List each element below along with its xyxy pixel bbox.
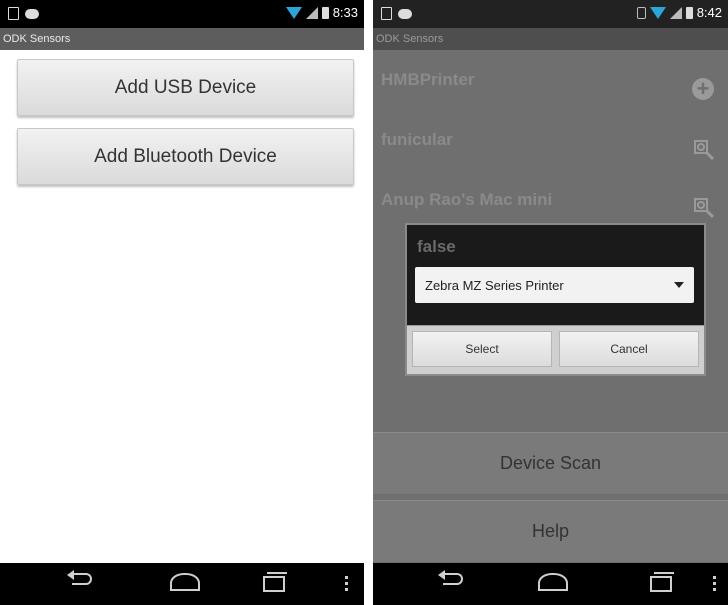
right-phone-screen: 8:42 ODK Sensors HMBPrinter + funicular … (373, 0, 728, 605)
status-bar: 8:42 (373, 0, 728, 28)
battery-icon (685, 6, 693, 19)
device-scan-button[interactable]: Device Scan (373, 432, 728, 494)
chevron-down-icon (674, 282, 684, 288)
printer-dropdown[interactable]: Zebra MZ Series Printer (415, 267, 694, 303)
notification-icon (398, 9, 412, 19)
back-icon[interactable] (438, 570, 463, 585)
select-button[interactable]: Select (412, 331, 552, 367)
home-icon[interactable] (538, 573, 568, 591)
device-name[interactable]: funicular (381, 130, 453, 150)
recent-apps-icon[interactable] (263, 572, 287, 592)
status-time: 8:33 (332, 5, 358, 20)
signal-icon (305, 6, 318, 19)
sim-icon (381, 7, 392, 20)
dialog-title: false (417, 237, 456, 256)
add-usb-device-button[interactable]: Add USB Device (17, 59, 354, 116)
left-phone-screen: 8:33 ODK Sensors Add USB Device Add Blue… (0, 0, 364, 605)
navigation-bar (373, 563, 728, 605)
app-title: ODK Sensors (373, 28, 728, 50)
recent-apps-icon[interactable] (650, 572, 674, 592)
status-time: 8:42 (696, 5, 722, 20)
search-icon[interactable] (694, 198, 714, 218)
add-circle-icon[interactable]: + (692, 78, 714, 100)
printer-select-dialog: false Zebra MZ Series Printer Select Can… (405, 223, 706, 376)
back-icon[interactable] (67, 570, 92, 585)
battery-icon (321, 6, 329, 19)
status-bar: 8:33 (0, 0, 364, 28)
app-title: ODK Sensors (0, 28, 364, 50)
home-icon[interactable] (170, 573, 200, 591)
dialog-footer: Select Cancel (407, 325, 704, 374)
dropdown-selected-value: Zebra MZ Series Printer (425, 277, 564, 293)
device-name[interactable]: Anup Rao's Mac mini (381, 190, 552, 210)
search-icon[interactable] (694, 140, 714, 160)
signal-icon (669, 6, 682, 19)
add-bluetooth-device-button[interactable]: Add Bluetooth Device (17, 128, 354, 185)
wifi-icon (285, 6, 302, 19)
device-name[interactable]: HMBPrinter (381, 70, 475, 90)
menu-icon[interactable] (713, 576, 716, 592)
notification-icon (25, 9, 39, 19)
menu-icon[interactable] (345, 576, 348, 592)
vibrate-icon (636, 6, 646, 19)
sim-icon (8, 7, 19, 20)
help-button[interactable]: Help (373, 500, 728, 562)
cancel-button[interactable]: Cancel (559, 331, 699, 367)
navigation-bar (0, 563, 364, 605)
wifi-icon (649, 6, 666, 19)
